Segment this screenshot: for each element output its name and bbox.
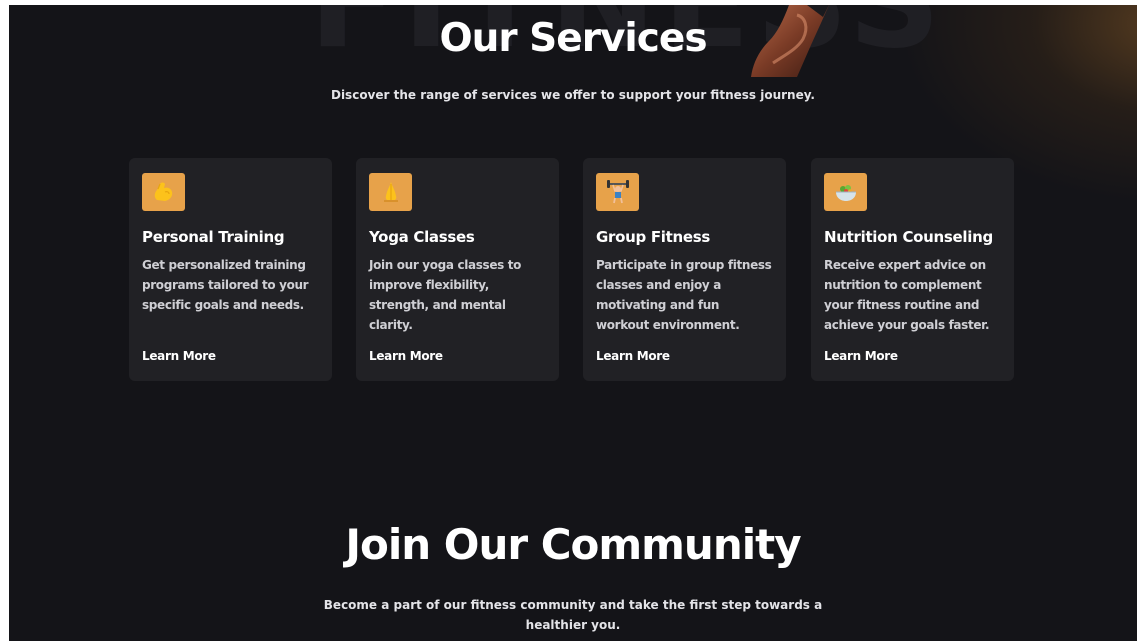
services-section: FITNESS Our Services Discover the range …: [9, 5, 1137, 641]
service-card-personal-training: Personal Training Get personalized train…: [129, 158, 332, 381]
card-description: Participate in group fitness classes and…: [596, 258, 772, 332]
learn-more-link[interactable]: Learn More: [142, 349, 216, 363]
learn-more-link[interactable]: Learn More: [596, 349, 670, 363]
services-title: Our Services: [439, 16, 707, 61]
service-card-yoga-classes: Yoga Classes Join our yoga classes to im…: [356, 158, 559, 381]
card-description: Receive expert advice on nutrition to co…: [824, 258, 990, 332]
flexed-bicep-icon: [142, 173, 185, 211]
learn-more-link[interactable]: Learn More: [369, 349, 443, 363]
weightlifter-icon: [596, 173, 639, 211]
community-title: Join Our Community: [345, 520, 801, 569]
service-card-nutrition-counseling: Nutrition Counseling Receive expert advi…: [811, 158, 1014, 381]
card-title: Group Fitness: [596, 228, 711, 246]
service-card-group-fitness: Group Fitness Participate in group fitne…: [583, 158, 786, 381]
learn-more-link[interactable]: Learn More: [824, 349, 898, 363]
card-title: Nutrition Counseling: [824, 228, 993, 246]
card-description: Join our yoga classes to improve flexibi…: [369, 258, 522, 332]
yoga-icon: [369, 173, 412, 211]
community-subtitle: Become a part of our fitness community a…: [323, 598, 823, 632]
salad-bowl-icon: [824, 173, 867, 211]
services-subtitle: Discover the range of services we offer …: [330, 88, 815, 102]
card-title: Personal Training: [142, 228, 285, 246]
card-description: Get personalized training programs tailo…: [142, 258, 309, 312]
card-title: Yoga Classes: [369, 228, 475, 246]
